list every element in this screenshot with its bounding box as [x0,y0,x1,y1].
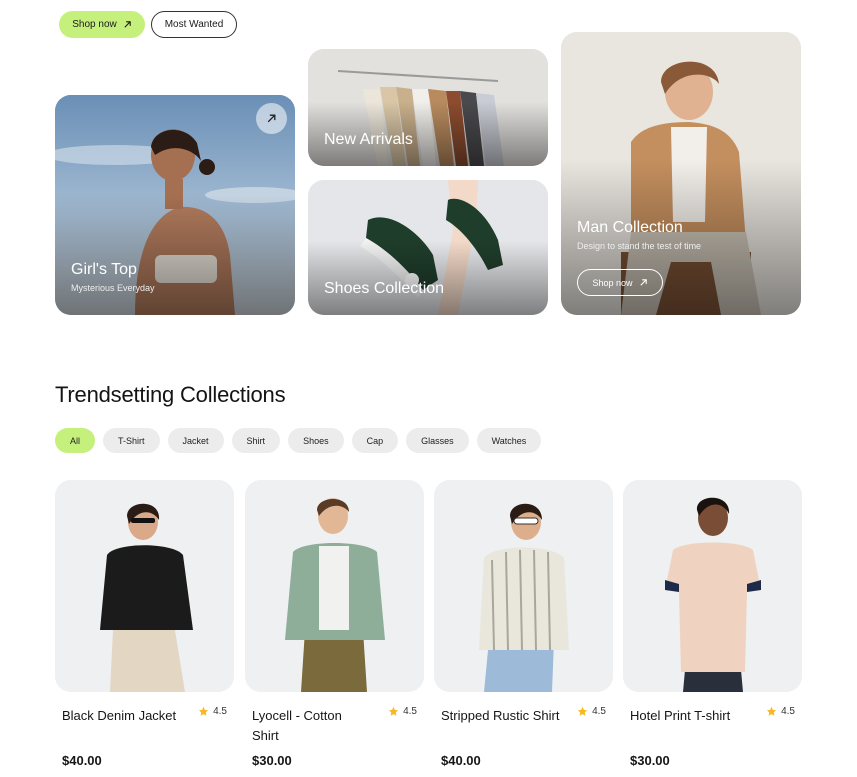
product-card[interactable]: Hotel Print T-shirt 4.5 $30.00 [623,480,802,768]
product-card[interactable]: Lyocell - Cotton Shirt 4.5 $30.00 [245,480,424,768]
filter-jacket[interactable]: Jacket [167,428,224,453]
category-filters: All T-Shirt Jacket Shirt Shoes Cap Glass… [55,428,542,453]
product-price: $40.00 [62,753,102,768]
man-collection-card[interactable]: Man Collection Design to stand the test … [561,32,801,315]
filter-glasses[interactable]: Glasses [406,428,469,453]
arrow-up-right-icon [639,279,647,286]
star-icon [199,706,209,716]
product-name: Hotel Print T-shirt [630,708,731,723]
rating-value: 4.5 [213,706,227,717]
girls-top-card[interactable]: Girl's Top Mysterious Everyday [55,95,295,315]
product-price: $30.00 [252,753,292,768]
section-title: Trendsetting Collections [55,382,286,407]
product-name: Black Denim Jacket [62,708,177,723]
man-collection-subtitle: Design to stand the test of time [577,241,702,251]
product-image [245,480,424,692]
product-image [434,480,613,692]
star-icon [578,706,588,716]
product-name: Lyocell - Cotton Shirt [252,708,342,743]
product-rating: 4.5 [388,706,417,717]
filter-t-shirt[interactable]: T-Shirt [103,428,160,453]
product-card[interactable]: Black Denim Jacket 4.5 $40.00 [55,480,234,768]
filter-shoes[interactable]: Shoes [288,428,344,453]
rating-value: 4.5 [781,706,795,717]
star-icon [767,706,777,716]
filter-cap[interactable]: Cap [351,428,399,453]
rating-value: 4.5 [403,706,417,717]
new-arrivals-title: New Arrivals [324,131,413,148]
product-card[interactable]: Stripped Rustic Shirt 4.5 $40.00 [434,480,613,768]
most-wanted-label: Most Wanted [164,19,224,30]
man-shop-now-button[interactable]: Shop now [577,269,663,296]
product-rating: 4.5 [766,706,795,717]
girls-top-subtitle: Mysterious Everyday [71,283,155,293]
new-arrivals-card[interactable]: New Arrivals [308,49,548,166]
most-wanted-button[interactable]: Most Wanted [151,11,237,38]
product-image [623,480,802,692]
arrow-up-right-icon [124,21,131,28]
product-name: Stripped Rustic Shirt [441,708,560,723]
product-image [55,480,234,692]
product-rating: 4.5 [198,706,227,717]
filter-watches[interactable]: Watches [476,428,542,453]
shoes-collection-title: Shoes Collection [324,280,445,297]
product-price: $30.00 [630,753,670,768]
girls-top-title: Girl's Top [71,261,137,278]
star-icon [389,706,399,716]
man-shop-now-label: Shop now [592,277,633,288]
product-price: $40.00 [441,753,481,768]
filter-all[interactable]: All [55,428,96,453]
shop-now-button[interactable]: Shop now [59,11,145,38]
shoes-collection-card[interactable]: Shoes Collection [308,180,548,315]
filter-shirt[interactable]: Shirt [231,428,281,453]
shop-now-label: Shop now [72,19,117,30]
rating-value: 4.5 [592,706,606,717]
man-collection-title: Man Collection [577,219,683,236]
arrow-up-right-icon [267,114,276,123]
open-girls-top-button[interactable] [256,103,287,134]
product-rating: 4.5 [577,706,606,717]
